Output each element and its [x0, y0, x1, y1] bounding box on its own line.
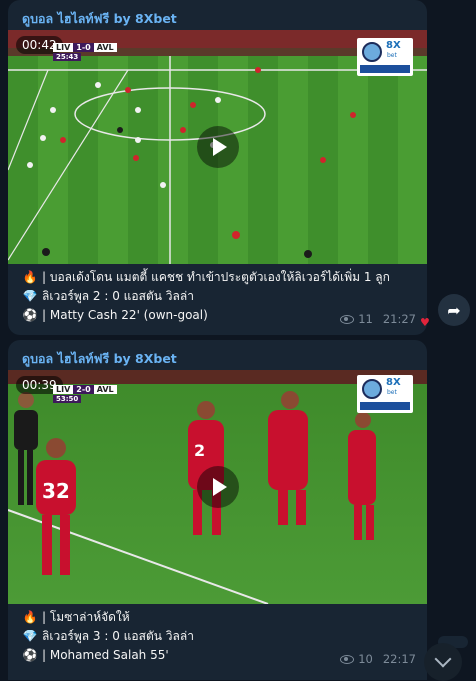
- view-count: 10: [358, 652, 373, 666]
- scorebug-home: LIV: [53, 43, 74, 52]
- play-icon[interactable]: [196, 126, 239, 168]
- fire-icon: 🔥: [22, 270, 38, 284]
- view-count: 11: [358, 312, 373, 326]
- video-player[interactable]: 00:42 LIV 1-0 AVL 25:43 8X bet: [8, 30, 427, 264]
- gem-icon: 💎: [22, 289, 38, 303]
- sender-name[interactable]: ดูบอล ไฮไลท์ฟรี by 8Xbet: [22, 349, 177, 369]
- eye-icon: [340, 314, 355, 324]
- heart-reaction-icon[interactable]: ♥: [420, 316, 430, 329]
- share-button[interactable]: ➦: [438, 294, 470, 326]
- broadcast-logo: 8X bet: [357, 375, 413, 413]
- caption-line: 💎 ลิเวอร์พูล 2 : 0 แอสตัน วิลล่า: [22, 287, 422, 306]
- gem-icon: 💎: [22, 629, 38, 643]
- caption-text: | โมซาล่าห์จัดให้: [42, 610, 130, 624]
- share-arrow-icon: ➦: [447, 300, 461, 320]
- message-time: 21:27: [382, 312, 416, 326]
- brand-logo-sub: bet: [387, 52, 397, 59]
- eye-icon: [340, 654, 355, 664]
- soccer-ball-icon: ⚽: [22, 648, 38, 662]
- video-player[interactable]: 32 2 00:39 LIV 2-0 AVL 53:50 8X bet: [8, 370, 427, 604]
- caption-line: 🔥 | บอลเด้งโดน แมตตี้ แคชช ทำเข้าประตูตั…: [22, 268, 422, 287]
- fire-icon: 🔥: [22, 610, 38, 624]
- caption-text: ลิเวอร์พูล 2 : 0 แอสตัน วิลล่า: [42, 289, 194, 303]
- scorebug-clock: 53:50: [53, 395, 82, 403]
- club-crest-icon: [362, 42, 382, 62]
- scorebug: LIV 2-0 AVL 53:50: [53, 384, 117, 403]
- message-time: 22:17: [382, 652, 416, 666]
- brand-logo: 8X: [386, 40, 401, 51]
- scorebug-score: 2-0: [73, 385, 94, 394]
- brand-logo-sub: bet: [387, 389, 397, 396]
- caption-text: | บอลเด้งโดน แมตตี้ แคชช ทำเข้าประตูตัวเ…: [42, 270, 390, 284]
- message-meta: 11 21:27: [340, 312, 416, 326]
- message-bubble[interactable]: ดูบอล ไฮไลท์ฟรี by 8Xbet: [8, 0, 427, 335]
- caption-text: | Matty Cash 22' (own-goal): [42, 308, 208, 322]
- scorebug: LIV 1-0 AVL 25:43: [53, 42, 117, 61]
- caption-text: | Mohamed Salah 55': [42, 648, 169, 662]
- play-icon[interactable]: [196, 466, 239, 508]
- caption-line: 🔥 | โมซาล่าห์จัดให้: [22, 608, 422, 627]
- message-meta: 10 22:17: [340, 652, 416, 666]
- soccer-ball-icon: ⚽: [22, 308, 38, 322]
- scorebug-clock: 25:43: [53, 53, 82, 61]
- scorebug-away: AVL: [93, 43, 117, 52]
- sender-name[interactable]: ดูบอล ไฮไลท์ฟรี by 8Xbet: [22, 9, 177, 29]
- caption-text: ลิเวอร์พูล 3 : 0 แอสตัน วิลล่า: [42, 629, 194, 643]
- scorebug-home: LIV: [53, 385, 74, 394]
- caption-line: 💎 ลิเวอร์พูล 3 : 0 แอสตัน วิลล่า: [22, 627, 422, 646]
- scroll-down-button[interactable]: [424, 643, 462, 681]
- brand-logo: 8X: [386, 377, 401, 388]
- broadcast-logo: 8X bet: [357, 38, 413, 76]
- jersey-number: 32: [42, 479, 70, 503]
- logo-stripe: [360, 402, 410, 410]
- club-crest-icon: [362, 379, 382, 399]
- logo-stripe: [360, 65, 410, 73]
- jersey-number: 2: [194, 441, 205, 460]
- scorebug-score: 1-0: [73, 43, 94, 52]
- scorebug-away: AVL: [93, 385, 117, 394]
